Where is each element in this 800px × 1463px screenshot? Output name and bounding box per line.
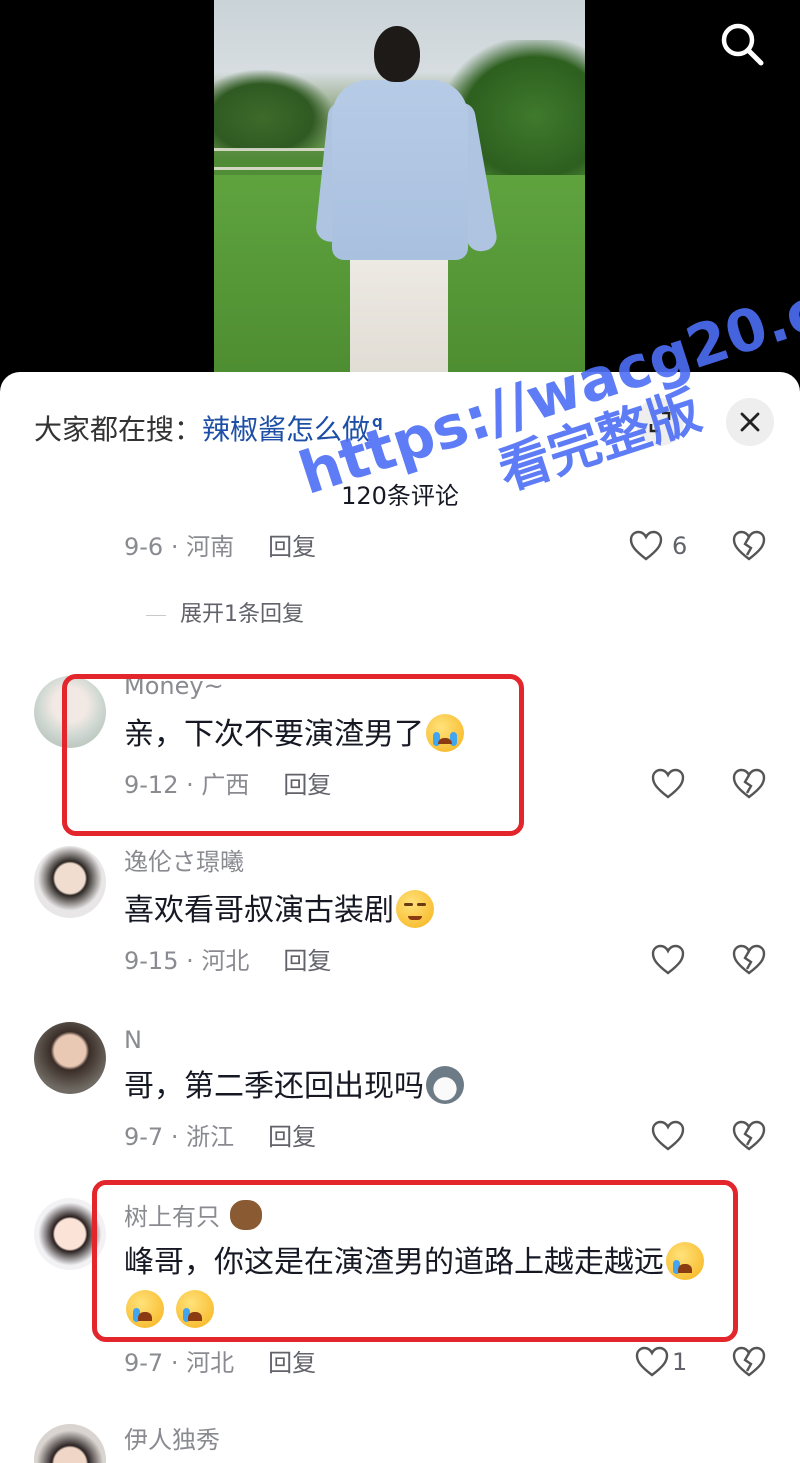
avatar[interactable]: [34, 846, 106, 918]
relieved-face-emoji-icon: [396, 890, 434, 928]
comment-text: 峰哥，你这是在演渣男的道路上越走越远: [124, 1240, 704, 1286]
comment-username[interactable]: Money~: [124, 670, 224, 702]
comment-username[interactable]: 逸伦さ璟曦: [124, 846, 244, 878]
video-frame[interactable]: [214, 0, 585, 400]
like-count: 6: [672, 532, 688, 560]
expand-replies-label: 展开1条回复: [180, 602, 304, 627]
reply-button[interactable]: 回复: [283, 771, 331, 799]
like-count: 1: [672, 1348, 688, 1376]
dislike-broken-heart-icon[interactable]: [731, 766, 767, 802]
comment-text-emoji-line: [124, 1288, 214, 1334]
like-heart-icon[interactable]: [650, 942, 686, 978]
comment-sheet-header: 大家都在搜：辣椒酱怎么做 𝐪: [0, 372, 800, 468]
rolling-laughing-emoji-icon: [175, 1290, 214, 1328]
hot-search-keyword[interactable]: 辣椒酱怎么做: [202, 413, 370, 446]
divider-line: [146, 614, 166, 616]
comment-meta: 9-7 · 河北 回复: [124, 1346, 316, 1380]
comment-date-location: 9-6 · 河南: [124, 533, 235, 561]
dislike-broken-heart-icon[interactable]: [731, 528, 767, 564]
like-heart-icon[interactable]: [650, 1118, 686, 1154]
comment-count: 120条评论: [341, 482, 459, 510]
reply-button[interactable]: 回复: [268, 533, 316, 561]
dislike-broken-heart-icon[interactable]: [731, 1344, 767, 1380]
hot-search-magnifier-icon: 𝐪: [372, 412, 383, 432]
husky-dog-emoji-icon: [426, 1066, 464, 1104]
comment-username[interactable]: 伊人独秀: [124, 1424, 220, 1456]
comment-username[interactable]: 树上有只: [124, 1200, 262, 1233]
like-heart-icon[interactable]: [628, 528, 664, 564]
comment-date-location: 9-15 · 河北: [124, 947, 250, 975]
like-heart-icon[interactable]: [650, 766, 686, 802]
reply-button[interactable]: 回复: [268, 1123, 316, 1151]
reply-button[interactable]: 回复: [268, 1349, 316, 1377]
video-player[interactable]: [0, 0, 800, 400]
comment-text: 亲，下次不要演渣男了: [124, 712, 464, 758]
rolling-laughing-emoji-icon: [666, 1242, 704, 1280]
comment-username[interactable]: N: [124, 1024, 142, 1056]
reply-button[interactable]: 回复: [283, 947, 331, 975]
comment-meta: 9-6 · 河南 回复: [124, 530, 316, 564]
expand-replies-button[interactable]: 展开1条回复: [146, 598, 304, 632]
like-heart-icon[interactable]: [634, 1344, 670, 1380]
bear-face-emoji-icon: [229, 1200, 262, 1230]
avatar[interactable]: [34, 1424, 106, 1463]
comment-sheet: 大家都在搜：辣椒酱怎么做 𝐪 120条评论 9-6 · 河南 回复 6 展开1条回复…: [0, 372, 800, 1463]
comment-text: 喜欢看哥叔演古装剧: [124, 888, 434, 934]
hot-search-bar[interactable]: 大家都在搜：辣椒酱怎么做 𝐪: [34, 402, 383, 450]
comment-text: 哥，第二季还回出现吗: [124, 1064, 464, 1110]
comment-date-location: 9-12 · 广西: [124, 771, 250, 799]
comment-meta: 9-12 · 广西 回复: [124, 768, 331, 802]
avatar[interactable]: [34, 676, 106, 748]
background-trees: [214, 70, 334, 150]
dislike-broken-heart-icon[interactable]: [731, 1118, 767, 1154]
comment-meta: 9-7 · 浙江 回复: [124, 1120, 316, 1154]
person-figure: [314, 18, 499, 400]
hot-search-prefix: 大家都在搜：: [34, 413, 203, 446]
comment-date-location: 9-7 · 河北: [124, 1349, 235, 1377]
comment-date-location: 9-7 · 浙江: [124, 1123, 235, 1151]
loudly-crying-emoji-icon: [426, 714, 464, 752]
search-icon[interactable]: [716, 18, 768, 70]
dislike-broken-heart-icon[interactable]: [731, 942, 767, 978]
close-icon[interactable]: [726, 398, 774, 446]
rolling-laughing-emoji-icon: [126, 1290, 164, 1328]
expand-icon[interactable]: [636, 398, 684, 446]
comment-meta: 9-15 · 河北 回复: [124, 944, 331, 978]
avatar[interactable]: [34, 1022, 106, 1094]
avatar[interactable]: [34, 1198, 106, 1270]
